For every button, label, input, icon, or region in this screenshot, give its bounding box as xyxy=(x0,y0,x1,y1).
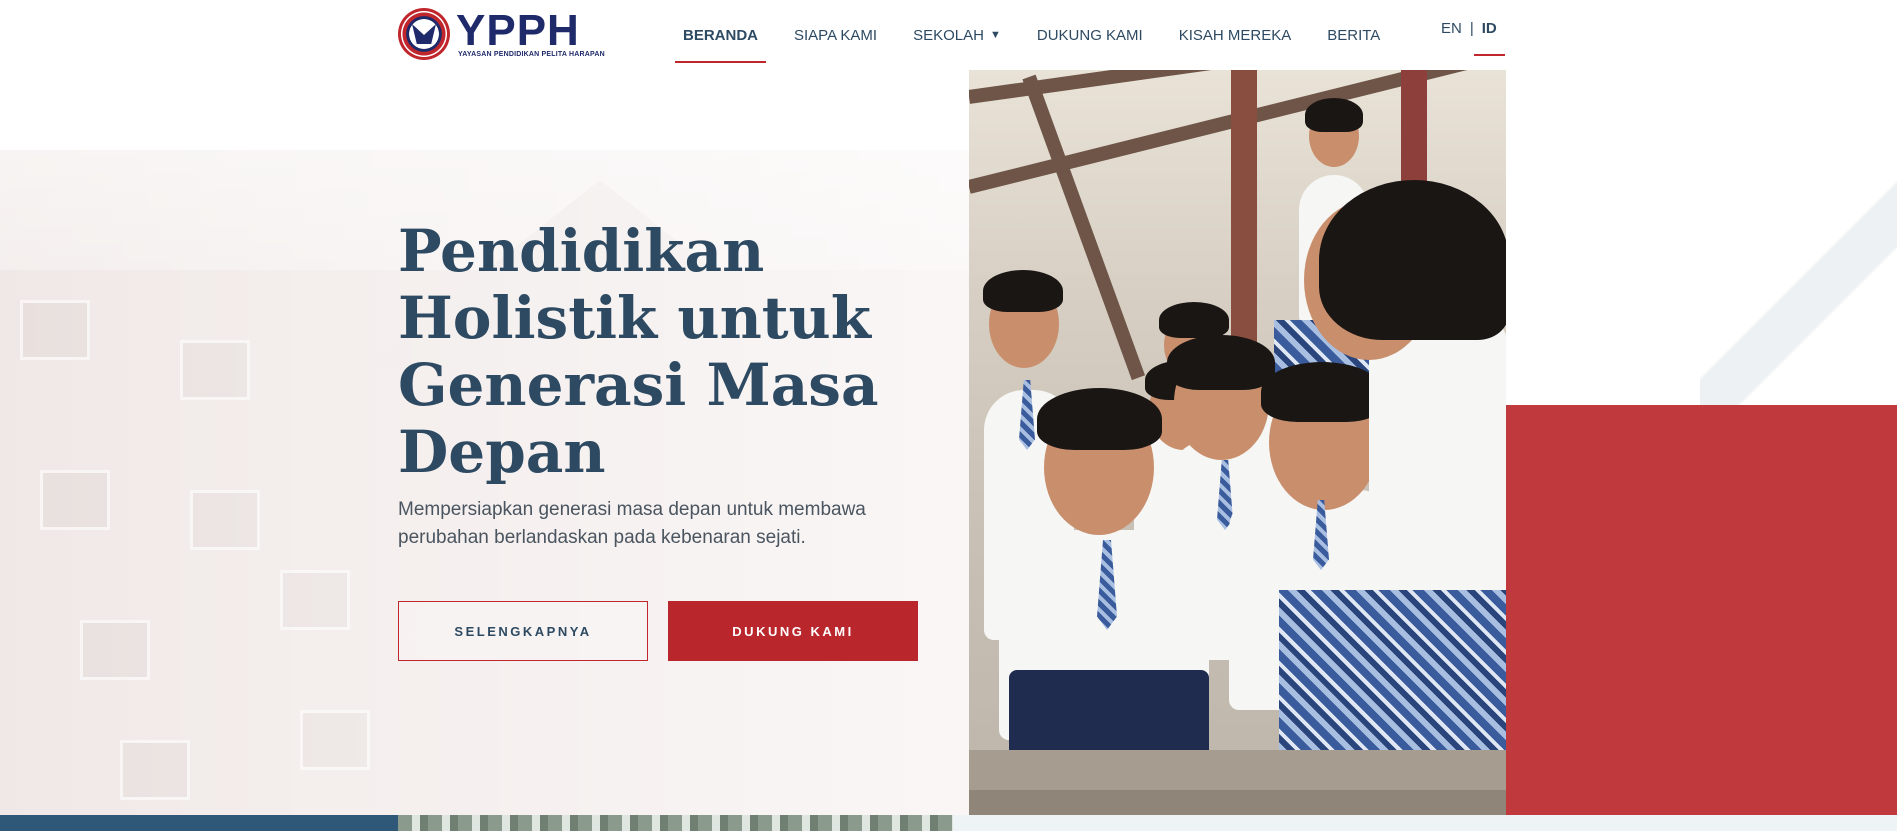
nav-item-label: BERANDA xyxy=(683,26,758,44)
dukung-kami-button[interactable]: DUKUNG KAMI xyxy=(668,601,918,661)
chevron-down-icon: ▼ xyxy=(989,29,1001,41)
nav-item-berita[interactable]: BERITA xyxy=(1327,7,1380,63)
nav-item-kisah-mereka[interactable]: KISAH MEREKA xyxy=(1179,7,1292,63)
section-strip-light xyxy=(953,815,1897,831)
nav-item-siapa-kami[interactable]: SIAPA KAMI xyxy=(794,7,877,63)
logo-title: YPPH xyxy=(456,5,580,55)
selengkapnya-button[interactable]: SELENGKAPNYA xyxy=(398,601,648,661)
lang-separator: | xyxy=(1469,19,1474,37)
nav-item-label: KISAH MEREKA xyxy=(1178,26,1292,44)
nav-item-dukung-kami[interactable]: DUKUNG KAMI xyxy=(1037,7,1143,63)
lang-id[interactable]: ID xyxy=(1473,0,1505,56)
language-switcher: EN | ID xyxy=(1441,0,1505,56)
lang-en[interactable]: EN xyxy=(1441,20,1462,37)
hero-photo-students xyxy=(969,70,1506,815)
section-strip-blue xyxy=(0,815,398,831)
nav-item-beranda[interactable]: BERANDA xyxy=(675,7,766,63)
background-roof-shape xyxy=(1700,180,1897,420)
nav-item-label: DUKUNG KAMI xyxy=(1036,26,1143,44)
nav-item-label: SIAPA KAMI xyxy=(794,26,878,44)
nav-item-label: BERITA xyxy=(1327,26,1381,44)
section-strip-image xyxy=(398,815,953,831)
hero-title: Pendidikan Holistik untuk Generasi Masa … xyxy=(398,217,879,486)
main-nav: BERANDA SIAPA KAMI SEKOLAH ▼ DUKUNG KAMI… xyxy=(675,0,1416,70)
site-header: YPPH YAYASAN PENDIDIKAN PELITA HARAPAN B… xyxy=(0,0,1897,70)
ypph-emblem-icon xyxy=(398,8,450,60)
logo-wordmark: YPPH YAYASAN PENDIDIKAN PELITA HARAPAN xyxy=(456,5,605,58)
site-logo[interactable]: YPPH YAYASAN PENDIDIKAN PELITA HARAPAN xyxy=(398,8,605,60)
red-accent-block xyxy=(1506,405,1897,815)
nav-item-label: SEKOLAH xyxy=(913,26,984,44)
logo-tagline: YAYASAN PENDIDIKAN PELITA HARAPAN xyxy=(458,50,605,58)
hero-subtitle: Mempersiapkan generasi masa depan untuk … xyxy=(398,499,866,548)
nav-item-sekolah[interactable]: SEKOLAH ▼ xyxy=(913,7,1001,63)
